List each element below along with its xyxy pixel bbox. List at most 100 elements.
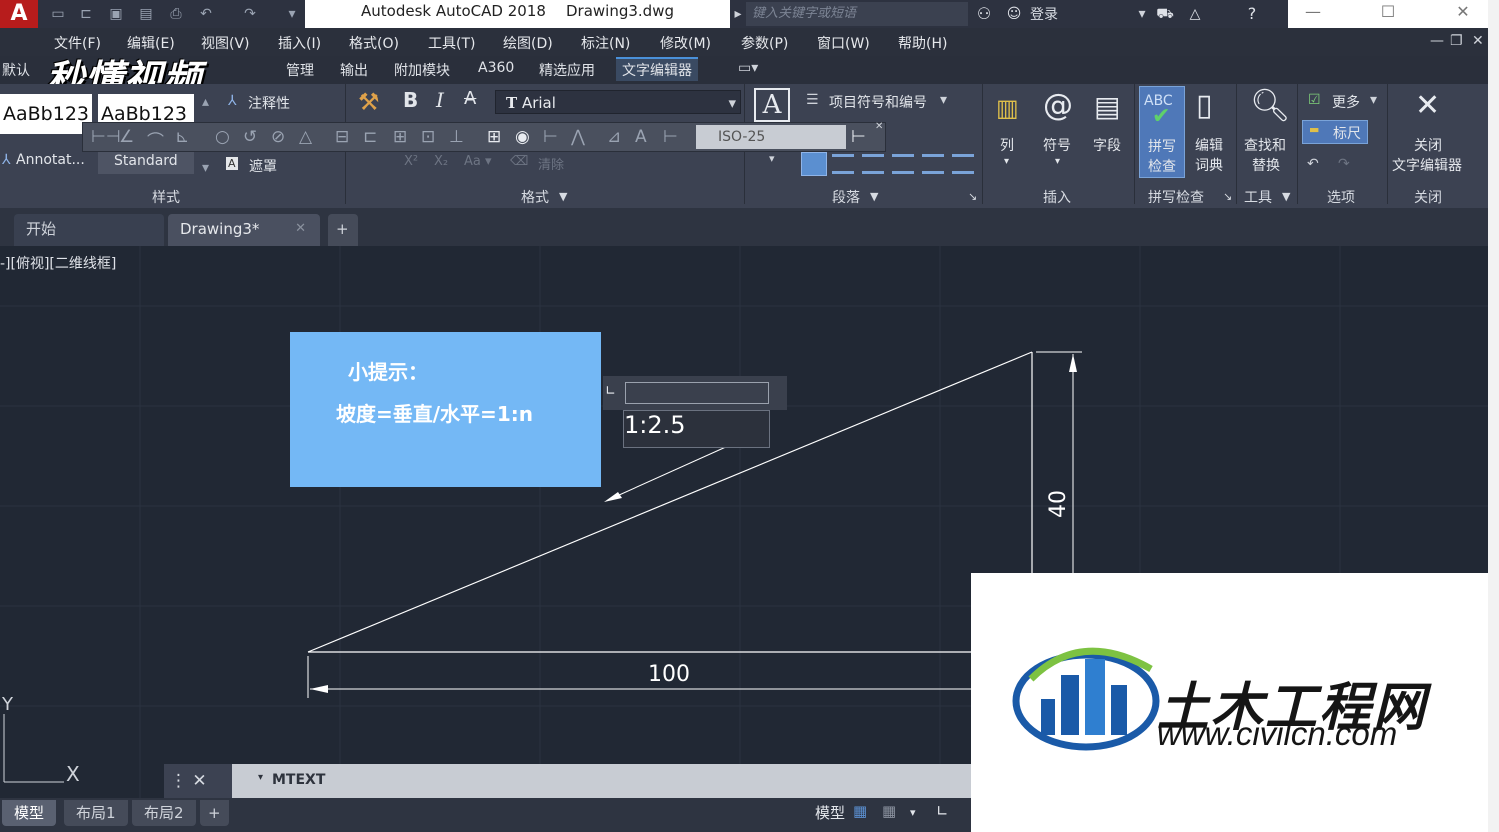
leader-line[interactable] xyxy=(607,445,729,501)
expand-arrow-icon[interactable]: ▸ xyxy=(728,4,748,24)
save-icon[interactable]: ▣ xyxy=(106,4,126,24)
paragraph-expand-icon[interactable]: ▼ xyxy=(870,190,878,203)
close-editor-label-2[interactable]: 文字编辑器 xyxy=(1392,156,1462,176)
tab-start[interactable]: 开始 xyxy=(14,214,164,246)
viewport-label[interactable]: -][俯视][二维线框] xyxy=(0,253,116,273)
menu-parameter[interactable]: 参数(P) xyxy=(741,33,788,53)
ordinate-icon[interactable]: ⊾ xyxy=(175,127,189,147)
new-file-icon[interactable]: ▭ xyxy=(48,4,68,24)
jogged-linear-icon[interactable]: ⋀ xyxy=(571,127,585,147)
style-scroll-up-icon[interactable]: ▴ xyxy=(202,94,209,110)
bullets-numbering-button[interactable]: 项目符号和编号 xyxy=(829,92,927,112)
binoculars-icon[interactable]: ⚇ xyxy=(974,4,994,24)
menu-format[interactable]: 格式(O) xyxy=(349,33,399,53)
field-button[interactable]: 字段 xyxy=(1093,136,1121,156)
find-replace-label-2[interactable]: 替换 xyxy=(1252,156,1280,176)
space-icon[interactable]: ⊡ xyxy=(421,127,435,147)
maximize-button[interactable]: ☐ xyxy=(1338,0,1438,28)
menu-window[interactable]: 窗口(W) xyxy=(817,33,870,53)
paragraph-settings-button[interactable] xyxy=(952,154,974,174)
baseline-icon[interactable]: ⊏ xyxy=(363,127,377,147)
save-as-icon[interactable]: ▤ xyxy=(136,4,156,24)
bold-button[interactable]: B xyxy=(403,88,418,112)
menu-insert[interactable]: 插入(I) xyxy=(278,33,321,53)
bullets-dropdown-icon[interactable]: ▾ xyxy=(940,92,947,108)
add-layout-button[interactable]: + xyxy=(200,800,229,826)
doc-restore-icon[interactable]: ❐ xyxy=(1450,33,1463,49)
doc-minimize-icon[interactable]: — xyxy=(1430,33,1444,49)
tab-featured-apps[interactable]: 精选应用 xyxy=(539,60,595,80)
tab-addins[interactable]: 附加模块 xyxy=(394,60,450,80)
quick-access-dropdown-icon[interactable]: ▾ xyxy=(282,4,302,24)
vertical-dim-text[interactable]: 40 xyxy=(1046,490,1071,518)
text-angle-icon[interactable]: A xyxy=(635,127,647,147)
horizontal-dim-text[interactable]: 100 xyxy=(648,662,690,687)
annotative-style-label[interactable]: Annotat... xyxy=(16,152,85,168)
menu-dimension[interactable]: 标注(N) xyxy=(581,33,630,53)
more-dropdown-icon[interactable]: ▾ xyxy=(1370,92,1377,108)
snap-icon[interactable]: ▦ xyxy=(882,802,896,820)
clear-button[interactable]: 清除 xyxy=(538,154,564,173)
format-expand-icon[interactable]: ▼ xyxy=(559,190,567,203)
angular-icon[interactable]: △ xyxy=(299,127,312,147)
print-icon[interactable]: ⎙ xyxy=(166,4,186,24)
layout-tab-model[interactable]: 模型 xyxy=(2,800,57,826)
doc-close-icon[interactable]: ✕ xyxy=(1472,33,1484,49)
search-input[interactable]: 键入关键字或短语 xyxy=(746,2,968,26)
arc-length-icon[interactable]: ⌒ xyxy=(147,127,164,152)
align-right-button[interactable] xyxy=(862,154,884,174)
model-space-button[interactable]: 模型 xyxy=(815,802,845,823)
linear-dim-icon[interactable]: ⊢⊣ xyxy=(91,127,121,147)
a360-icon[interactable]: △ xyxy=(1185,4,1205,24)
font-select[interactable]: T Arial ▾ xyxy=(495,90,741,114)
redo-icon[interactable]: ↷ xyxy=(240,4,260,24)
radius-icon[interactable]: ○ xyxy=(215,127,230,147)
autocad-logo-button[interactable]: A xyxy=(0,0,38,28)
close-window-button[interactable]: ✕ xyxy=(1438,0,1488,28)
strikethrough-button[interactable]: A xyxy=(464,88,476,109)
align-center-button[interactable] xyxy=(832,154,854,174)
style-expand-icon[interactable]: ▾ xyxy=(202,160,209,176)
tab-close-icon[interactable]: ✕ xyxy=(295,214,306,244)
text-style-sample-1[interactable]: AaBb123 xyxy=(0,94,92,134)
continue-icon[interactable]: ⊞ xyxy=(393,127,407,147)
redo-text-icon[interactable]: ↷ xyxy=(1338,156,1350,172)
annotative-label[interactable]: 注释性 xyxy=(248,93,290,113)
break-icon[interactable]: ⊥ xyxy=(449,127,464,147)
center-mark-icon[interactable]: ◉ xyxy=(515,127,530,147)
spell-check-button[interactable]: ABC ✔ 拼写 检查 xyxy=(1139,86,1185,178)
ribbon-minimize-icon[interactable]: ▭▾ xyxy=(738,60,758,76)
login-dropdown-icon[interactable]: ▾ xyxy=(1132,4,1152,24)
tab-drawing3[interactable]: Drawing3* ✕ xyxy=(168,214,320,246)
mtext-content[interactable]: 1:2.5 xyxy=(624,411,686,439)
tolerance-icon[interactable]: ⊞ xyxy=(487,127,501,147)
columns-dropdown-icon[interactable]: ▾ xyxy=(1004,152,1009,172)
italic-button[interactable]: I xyxy=(436,88,444,112)
spell-dialog-icon[interactable]: ↘ xyxy=(1223,190,1232,203)
tab-text-editor[interactable]: 文字编辑器 xyxy=(616,57,698,81)
tab-a360[interactable]: A360 xyxy=(478,60,514,76)
toolbar-close-icon[interactable]: ✕ xyxy=(875,121,883,132)
find-replace-label-1[interactable]: 查找和 xyxy=(1244,136,1286,156)
justify-button[interactable] xyxy=(892,154,914,174)
dim-style-icon[interactable]: ⊢ xyxy=(851,127,866,147)
user-icon[interactable]: ☺ xyxy=(1004,4,1024,24)
edit-dictionary-label-1[interactable]: 编辑 xyxy=(1195,136,1223,156)
symbol-dropdown-icon[interactable]: ▾ xyxy=(1055,152,1060,172)
tab-output[interactable]: 输出 xyxy=(340,60,368,80)
more-button[interactable]: 更多 xyxy=(1332,92,1360,112)
diameter-icon[interactable]: ⊘ xyxy=(271,127,285,147)
open-file-icon[interactable]: ⊏ xyxy=(76,4,96,24)
paragraph-dialog-icon[interactable]: ↘ xyxy=(968,190,977,203)
help-icon[interactable]: ? xyxy=(1242,4,1262,24)
command-dropdown-icon[interactable]: ▾ xyxy=(258,772,263,783)
superscript-icon[interactable]: X² xyxy=(404,154,418,169)
match-text-icon[interactable]: ⚒ xyxy=(358,88,380,116)
layout-tab-2[interactable]: 布局2 xyxy=(132,800,196,826)
justification-icon[interactable]: A xyxy=(754,88,790,122)
menu-help[interactable]: 帮助(H) xyxy=(898,33,947,53)
mask-button[interactable]: 遮罩 xyxy=(249,156,277,176)
tab-manage[interactable]: 管理 xyxy=(286,60,314,80)
layout-tab-1[interactable]: 布局1 xyxy=(64,800,128,826)
tab-stop-icon[interactable]: ∟ xyxy=(605,384,616,399)
